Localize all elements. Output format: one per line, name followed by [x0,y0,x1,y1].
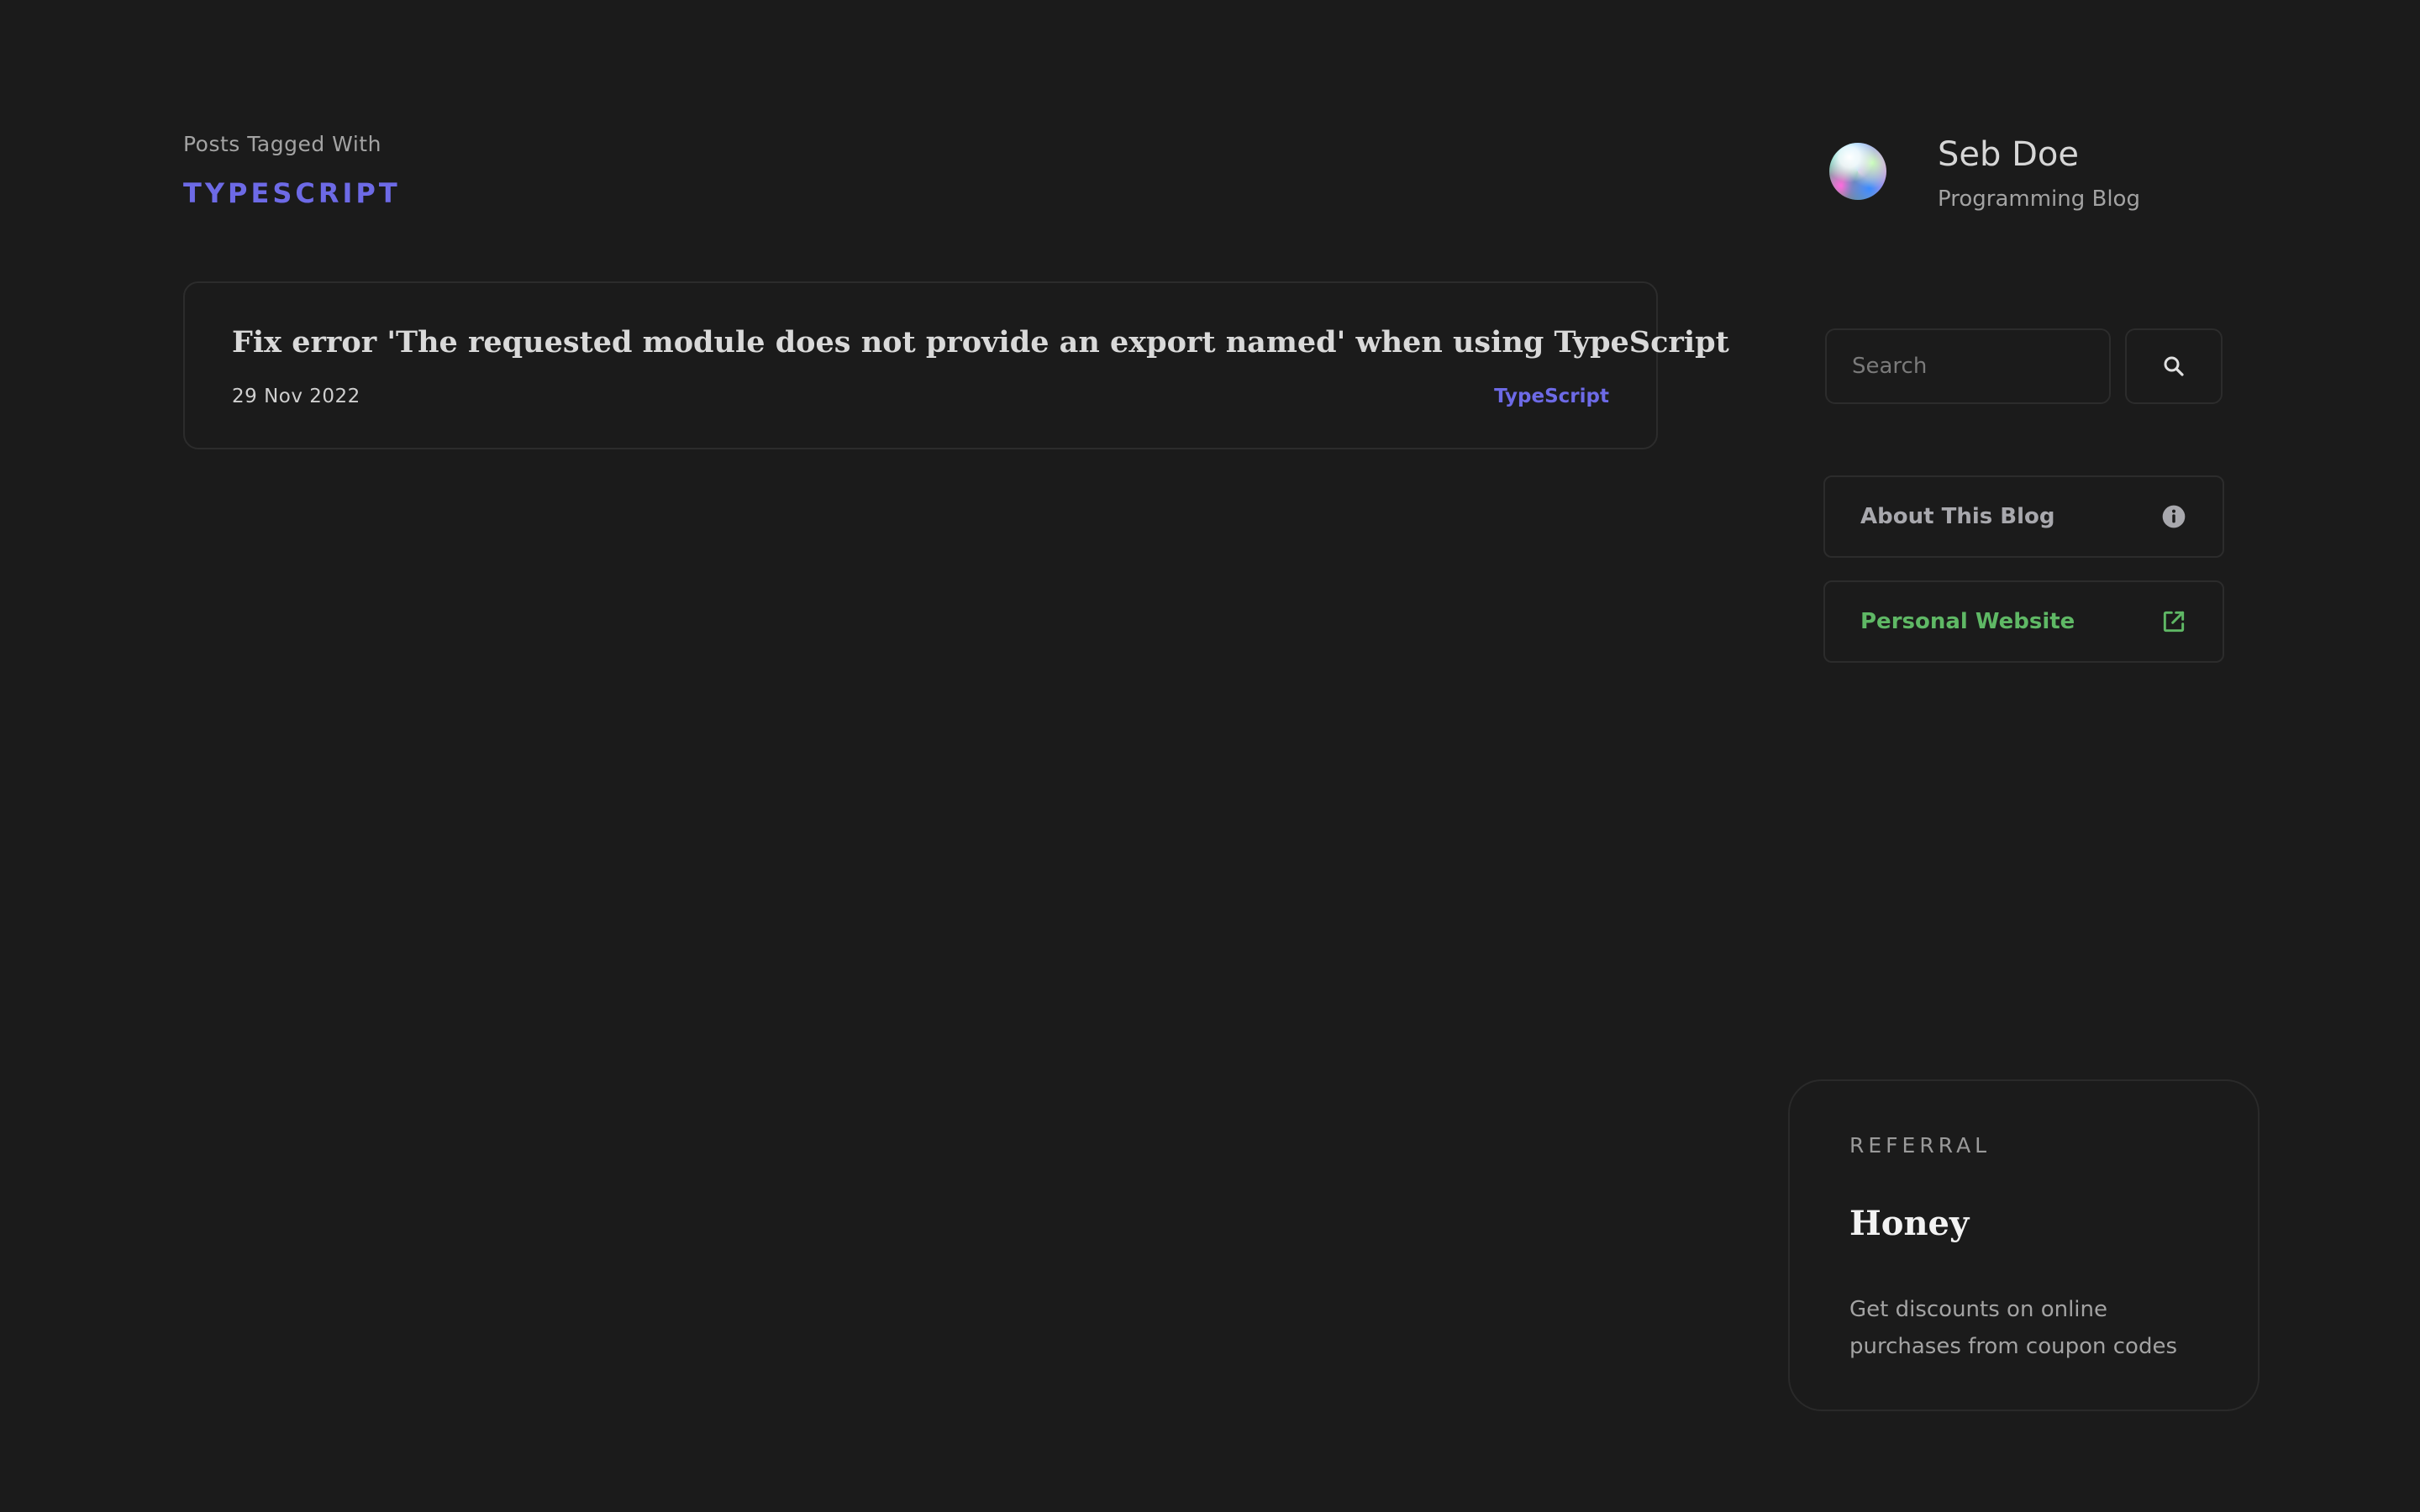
post-date: 29 Nov 2022 [232,386,360,407]
search-input[interactable] [1825,328,2111,404]
referral-kicker: REFERRAL [1849,1133,1991,1158]
search-icon [2164,356,2184,376]
profile-name[interactable]: Seb Doe [1938,134,2079,175]
personal-website-link[interactable]: Personal Website [1823,580,2224,663]
external-link-icon [2163,611,2185,633]
page: Posts Tagged With TYPESCRIPT Fix error '… [0,0,2420,1512]
post-tag-link[interactable]: TypeScript [1494,386,1609,407]
tag-title: TYPESCRIPT [183,177,401,209]
info-icon [2162,505,2186,528]
tag-header: Posts Tagged With TYPESCRIPT [183,129,401,210]
referral-description: Get discounts on online purchases from c… [1849,1297,2178,1359]
post-title[interactable]: Fix error 'The requested module does not… [232,324,1729,361]
search-button[interactable] [2125,328,2223,404]
referral-title[interactable]: Honey [1849,1204,1969,1243]
referral-card[interactable]: REFERRAL Honey Get discounts on online p… [1788,1079,2260,1411]
profile-subtitle: Programming Blog [1938,186,2140,212]
avatar[interactable] [1829,143,1886,200]
about-blog-label: About This Blog [1860,504,2055,529]
tag-kicker: Posts Tagged With [183,132,381,156]
about-blog-link[interactable]: About This Blog [1823,475,2224,558]
post-card[interactable]: Fix error 'The requested module does not… [183,281,1729,449]
personal-website-label: Personal Website [1860,609,2075,634]
